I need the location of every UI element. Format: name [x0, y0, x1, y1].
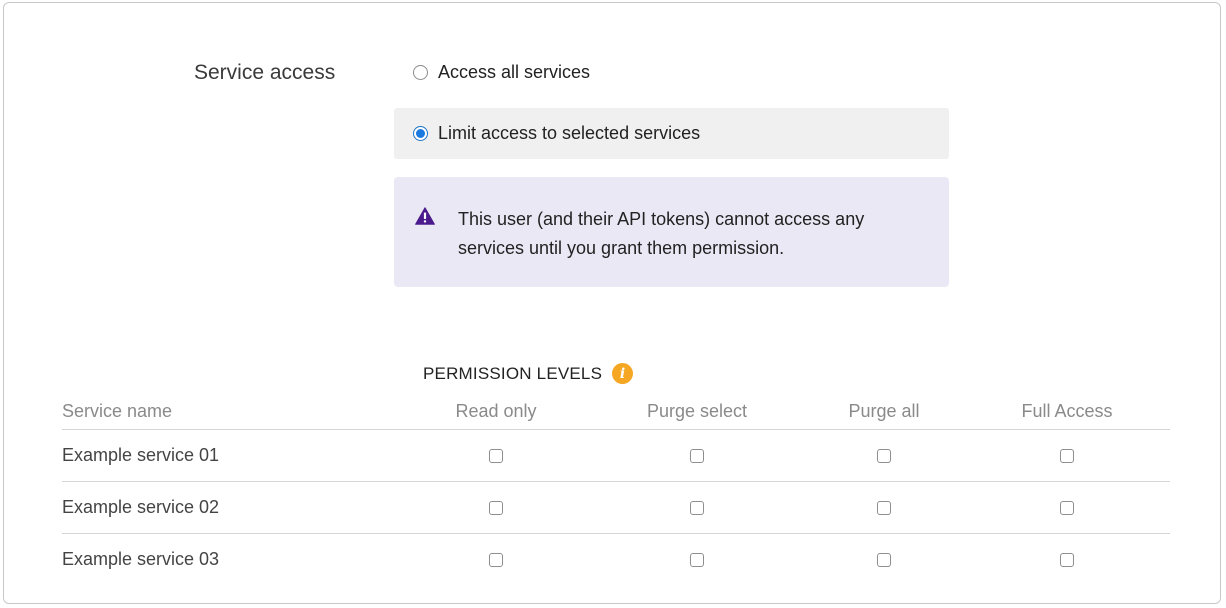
column-header-read-only: Read only [455, 400, 537, 421]
permission-warning-box: This user (and their API tokens) cannot … [394, 177, 949, 287]
column-header-service-name: Service name [62, 400, 173, 421]
table-header-row: Service name Read only Purge select Purg… [62, 393, 1170, 430]
warning-message: This user (and their API tokens) cannot … [458, 209, 865, 258]
permission-levels-title: PERMISSION LEVELS [423, 363, 603, 383]
service-name: Example service 01 [62, 445, 220, 465]
purge-all-checkbox[interactable] [877, 552, 891, 567]
service-name: Example service 03 [62, 549, 220, 569]
limit-access-label: Limit access to selected services [438, 123, 701, 143]
table-row: Example service 02 [62, 482, 1170, 534]
purge-select-checkbox[interactable] [690, 500, 704, 515]
limit-access-radio[interactable] [413, 126, 428, 141]
warning-triangle-icon [415, 207, 435, 225]
permissions-table: Service name Read only Purge select Purg… [62, 393, 1170, 585]
limit-access-option[interactable]: Limit access to selected services [394, 108, 949, 159]
read-only-checkbox[interactable] [489, 500, 503, 515]
read-only-checkbox[interactable] [489, 448, 503, 463]
purge-all-checkbox[interactable] [877, 500, 891, 515]
column-header-purge-select: Purge select [646, 400, 748, 421]
read-only-checkbox[interactable] [489, 552, 503, 567]
table-row: Example service 03 [62, 534, 1170, 585]
column-header-purge-all: Purge all [848, 400, 920, 421]
full-access-checkbox[interactable] [1060, 448, 1074, 463]
service-access-panel: Service access Access all services Limit… [3, 2, 1221, 604]
info-icon[interactable]: i [612, 363, 634, 384]
purge-all-checkbox[interactable] [877, 448, 891, 463]
access-all-services-option[interactable]: Access all services [413, 60, 590, 84]
access-all-services-radio[interactable] [413, 64, 428, 80]
permission-levels-heading: PERMISSION LEVELS i [423, 363, 634, 384]
purge-select-checkbox[interactable] [690, 552, 704, 567]
service-access-label: Service access [194, 61, 336, 84]
column-header-full-access: Full Access [1021, 400, 1113, 421]
full-access-checkbox[interactable] [1060, 552, 1074, 567]
service-name: Example service 02 [62, 497, 220, 517]
access-all-services-label: Access all services [438, 61, 591, 82]
full-access-checkbox[interactable] [1060, 500, 1074, 515]
purge-select-checkbox[interactable] [690, 448, 704, 463]
table-row: Example service 01 [62, 430, 1170, 482]
